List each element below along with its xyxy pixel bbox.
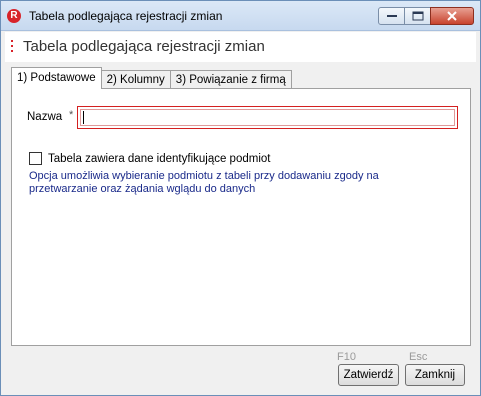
required-marker: * [69,109,74,121]
dialog-window: R Tabela podlegająca rejestracji zmian T… [0,0,481,396]
nazwa-input[interactable] [80,109,455,126]
confirm-shortcut-hint: F10 [337,351,356,363]
identyfikujace-checkbox[interactable] [29,152,42,165]
window-controls [378,7,474,25]
form-title: Tabela podlegająca rejestracji zmian [23,38,265,55]
close-shortcut-hint: Esc [409,351,428,363]
close-icon [447,11,457,21]
close-button[interactable] [430,7,474,25]
nazwa-label: Nazwa [27,111,63,123]
tab-strip: 1) Podstawowe 2) Kolumny 3) Powiązanie z… [11,67,292,89]
title-bar[interactable]: R Tabela podlegająca rejestracji zmian [1,1,480,31]
maximize-icon [412,11,423,21]
nazwa-field-frame [77,106,458,129]
tab-powiazanie-z-firma[interactable]: 3) Powiązanie z firmą [169,70,292,89]
minimize-button[interactable] [378,7,405,25]
app-logo-icon: R [7,9,21,23]
tab-panel-podstawowe: Nazwa * Tabela zawiera dane identyfikują… [11,88,471,346]
window-title: Tabela podlegająca rejestracji zmian [29,9,223,23]
text-caret [83,111,84,124]
maximize-button[interactable] [404,7,431,25]
minimize-icon [386,15,397,17]
option-description: Opcja umożliwia wybieranie podmiotu z ta… [29,170,379,195]
header-menu-dots-icon[interactable] [11,40,14,54]
identyfikujace-checkbox-label[interactable]: Tabela zawiera dane identyfikujące podmi… [48,153,270,165]
form-header: Tabela podlegająca rejestracji zmian [5,32,476,62]
confirm-button[interactable]: Zatwierdź [338,364,399,386]
close-dialog-button[interactable]: Zamknij [405,364,465,386]
identyfikujace-option: Tabela zawiera dane identyfikujące podmi… [29,152,270,165]
tab-podstawowe[interactable]: 1) Podstawowe [11,67,102,89]
tab-kolumny[interactable]: 2) Kolumny [100,70,171,89]
